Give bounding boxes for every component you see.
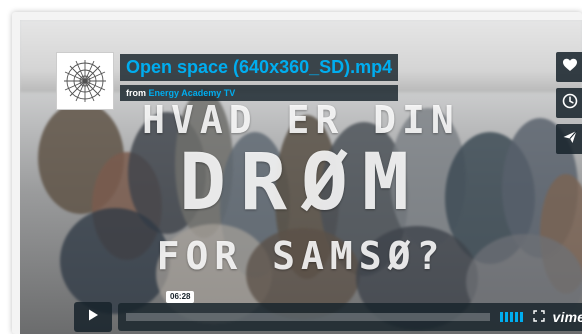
side-action-buttons [556,52,582,154]
from-label: from [126,88,146,98]
watch-later-button[interactable] [556,88,582,118]
clock-icon [562,93,578,114]
volume-bar [504,312,508,322]
video-byline: from Energy Academy TV [120,85,399,101]
progress-bar[interactable] [126,313,490,321]
video-title[interactable]: Open space (640x360_SD).mp4 [120,54,399,81]
share-button[interactable] [556,124,582,154]
volume-bar [509,312,513,322]
vimeo-logo[interactable]: vimeo [553,309,582,325]
like-button[interactable] [556,52,582,82]
fullscreen-icon[interactable] [532,310,545,324]
play-icon [85,307,101,328]
volume-bar [499,312,503,322]
volume-bar [519,312,523,322]
video-player[interactable]: HVAD ER DIN DRØM FOR SAMSØ? Open space (… [20,20,582,334]
time-display: 06:28 [166,291,195,303]
volume-control[interactable] [499,312,523,322]
heart-icon [562,57,578,78]
paper-plane-icon [562,129,578,150]
video-owner-link[interactable]: Energy Academy TV [149,88,236,98]
crowd-shape [60,208,170,314]
radial-sunburst-icon[interactable] [56,52,114,110]
player-controls: 06:28 vimeo [74,291,582,334]
volume-bar [514,312,518,322]
control-bar: 06:28 vimeo [118,291,582,331]
play-button[interactable] [74,302,112,332]
video-title-block: Open space (640x360_SD).mp4 from Energy … [120,54,399,101]
video-title-area: Open space (640x360_SD).mp4 from Energy … [56,52,399,110]
